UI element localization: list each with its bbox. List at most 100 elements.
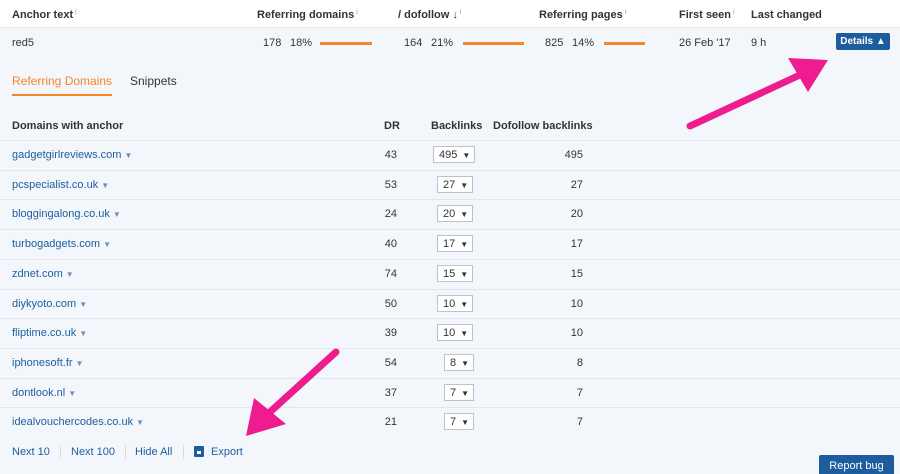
dofollow-backlinks-value: 27 (570, 178, 583, 191)
hide-all-link[interactable]: Hide All (135, 446, 172, 458)
dr-value: 21 (384, 416, 397, 429)
caret-down-icon[interactable]: ▼ (66, 270, 74, 279)
divider (125, 445, 126, 459)
caret-down-icon[interactable]: ▼ (76, 359, 84, 368)
dr-value: 43 (384, 149, 397, 161)
table-row: iphonesoft.fr ▼ 54 8 ▼ 8 (0, 347, 900, 377)
table-header: Anchor text i Referring domains i / dofoll… (0, 0, 900, 28)
next-10-link[interactable]: Next 10 (12, 446, 50, 458)
anchor-value: red5 (12, 37, 35, 49)
dropdown-arrow-icon: ▼ (460, 269, 469, 279)
col-referring-domains[interactable]: Referring domains i (257, 9, 358, 21)
th-domains: Domains with anchor (12, 120, 124, 132)
domain-link[interactable]: zdnet.com ▼ (12, 268, 74, 280)
dr-value: 54 (384, 356, 397, 369)
table-row: dontlook.nl ▼ 37 7 ▼ 7 (0, 377, 900, 407)
backlinks-dropdown[interactable]: 10 ▼ (437, 294, 474, 312)
dr-value: 24 (384, 208, 397, 221)
table-row: zdnet.com ▼ 74 15 ▼ 15 (0, 258, 900, 288)
dofollow-backlinks-value: 20 (570, 208, 583, 221)
dr-value: 53 (384, 178, 397, 191)
domain-link[interactable]: turbogadgets.com ▼ (12, 238, 111, 250)
backlinks-dropdown[interactable]: 7 ▼ (444, 383, 475, 401)
dofollow-backlinks-value: 10 (570, 297, 583, 310)
caret-down-icon[interactable]: ▼ (124, 151, 132, 160)
dofollow-backlinks-value: 7 (576, 386, 583, 399)
caret-down-icon[interactable]: ▼ (113, 210, 121, 219)
domain-link[interactable]: diykyoto.com ▼ (12, 298, 87, 310)
backlinks-dropdown[interactable]: 27 ▼ (437, 175, 474, 193)
ref-pages-pct: 14% (572, 37, 595, 49)
dropdown-arrow-icon: ▼ (461, 358, 470, 368)
domain-link[interactable]: iphonesoft.fr ▼ (12, 357, 83, 369)
backlinks-dropdown[interactable]: 7 ▼ (444, 413, 475, 431)
first-seen-value: 26 Feb '17 (679, 37, 731, 49)
dr-value: 74 (384, 267, 397, 280)
table-row: turbogadgets.com ▼ 40 17 ▼ 17 (0, 229, 900, 258)
table-row: diykyoto.com ▼ 50 10 ▼ 10 (0, 288, 900, 318)
dofollow-backlinks-value: 8 (576, 356, 583, 369)
dr-value: 39 (384, 327, 397, 340)
ref-domains-pct: 18% (290, 37, 313, 49)
col-last-changed[interactable]: Last changed (751, 9, 822, 21)
table-row: pcspecialist.co.uk ▼ 53 27 ▼ 27 (0, 169, 900, 199)
export-icon[interactable] (194, 446, 204, 457)
table-row: idealvouchercodes.co.uk ▼ 21 7 ▼ 7 (0, 407, 900, 436)
dofollow-backlinks-value: 15 (570, 267, 583, 280)
export-link[interactable]: Export (211, 446, 243, 458)
col-referring-pages[interactable]: Referring pages i (539, 9, 626, 21)
caret-down-icon[interactable]: ▼ (101, 181, 109, 190)
backlinks-dropdown[interactable]: 20 ▼ (437, 205, 474, 223)
anchor-row: red5 178 18% 164 21% 825 14% 26 Feb '17 … (0, 28, 900, 57)
next-100-link[interactable]: Next 100 (71, 446, 115, 458)
th-dr: DR (384, 120, 400, 132)
dropdown-arrow-icon: ▼ (462, 151, 471, 160)
ref-domains-bar (320, 42, 372, 45)
tab-snippets[interactable]: Snippets (130, 74, 177, 88)
th-dofollow-backlinks: Dofollow backlinks (493, 120, 593, 132)
dofollow-value: 164 (404, 37, 423, 49)
tab-referring-domains[interactable]: Referring Domains (12, 74, 113, 96)
table-row: bloggingalong.co.uk ▼ 24 20 ▼ 20 (0, 199, 900, 228)
caret-down-icon[interactable]: ▼ (68, 389, 76, 398)
domain-link[interactable]: pcspecialist.co.uk ▼ (12, 179, 109, 191)
caret-down-icon[interactable]: ▼ (103, 240, 111, 249)
col-first-seen[interactable]: First seen i (679, 9, 735, 21)
domain-link[interactable]: gadgetgirlreviews.com ▼ (12, 149, 132, 161)
dr-value: 37 (384, 386, 397, 399)
details-button[interactable]: Details ▲ (836, 33, 890, 50)
backlinks-dropdown[interactable]: 8 ▼ (444, 353, 475, 371)
dofollow-backlinks-value: 10 (570, 327, 583, 340)
dropdown-arrow-icon: ▼ (461, 418, 470, 428)
last-changed-value: 9 h (751, 37, 767, 49)
domain-link[interactable]: dontlook.nl ▼ (12, 387, 76, 399)
dropdown-arrow-icon: ▼ (461, 388, 470, 398)
backlinks-dropdown[interactable]: 10 ▼ (437, 324, 474, 342)
col-dofollow[interactable]: / dofollow ↓ i (398, 9, 461, 21)
dropdown-arrow-icon: ▼ (460, 210, 469, 220)
col-anchor-text[interactable]: Anchor text i (12, 9, 77, 21)
dropdown-arrow-icon: ▼ (460, 329, 469, 339)
dropdown-arrow-icon: ▼ (460, 180, 469, 190)
dofollow-pct: 21% (431, 37, 454, 49)
domain-link[interactable]: fliptime.co.uk ▼ (12, 327, 87, 339)
report-bug-button[interactable]: Report bug (819, 455, 894, 474)
caret-down-icon[interactable]: ▼ (136, 418, 144, 427)
ref-domains-value: 178 (263, 37, 282, 49)
backlinks-dropdown[interactable]: 495 ▼ (433, 146, 476, 163)
dropdown-arrow-icon: ▼ (460, 299, 469, 309)
dofollow-backlinks-value: 495 (564, 149, 583, 161)
ref-pages-value: 825 (545, 37, 564, 49)
ref-pages-bar (604, 42, 645, 45)
dr-value: 40 (384, 238, 397, 251)
th-backlinks: Backlinks (431, 120, 483, 132)
dofollow-backlinks-value: 7 (576, 416, 583, 429)
backlinks-dropdown[interactable]: 15 ▼ (437, 264, 474, 282)
dropdown-arrow-icon: ▼ (460, 240, 469, 250)
caret-down-icon[interactable]: ▼ (79, 300, 87, 309)
caret-down-icon[interactable]: ▼ (79, 329, 87, 338)
sort-desc-icon: ↓ (452, 9, 458, 21)
backlinks-dropdown[interactable]: 17 ▼ (437, 235, 474, 253)
domain-link[interactable]: idealvouchercodes.co.uk ▼ (12, 416, 144, 428)
domain-link[interactable]: bloggingalong.co.uk ▼ (12, 208, 121, 220)
